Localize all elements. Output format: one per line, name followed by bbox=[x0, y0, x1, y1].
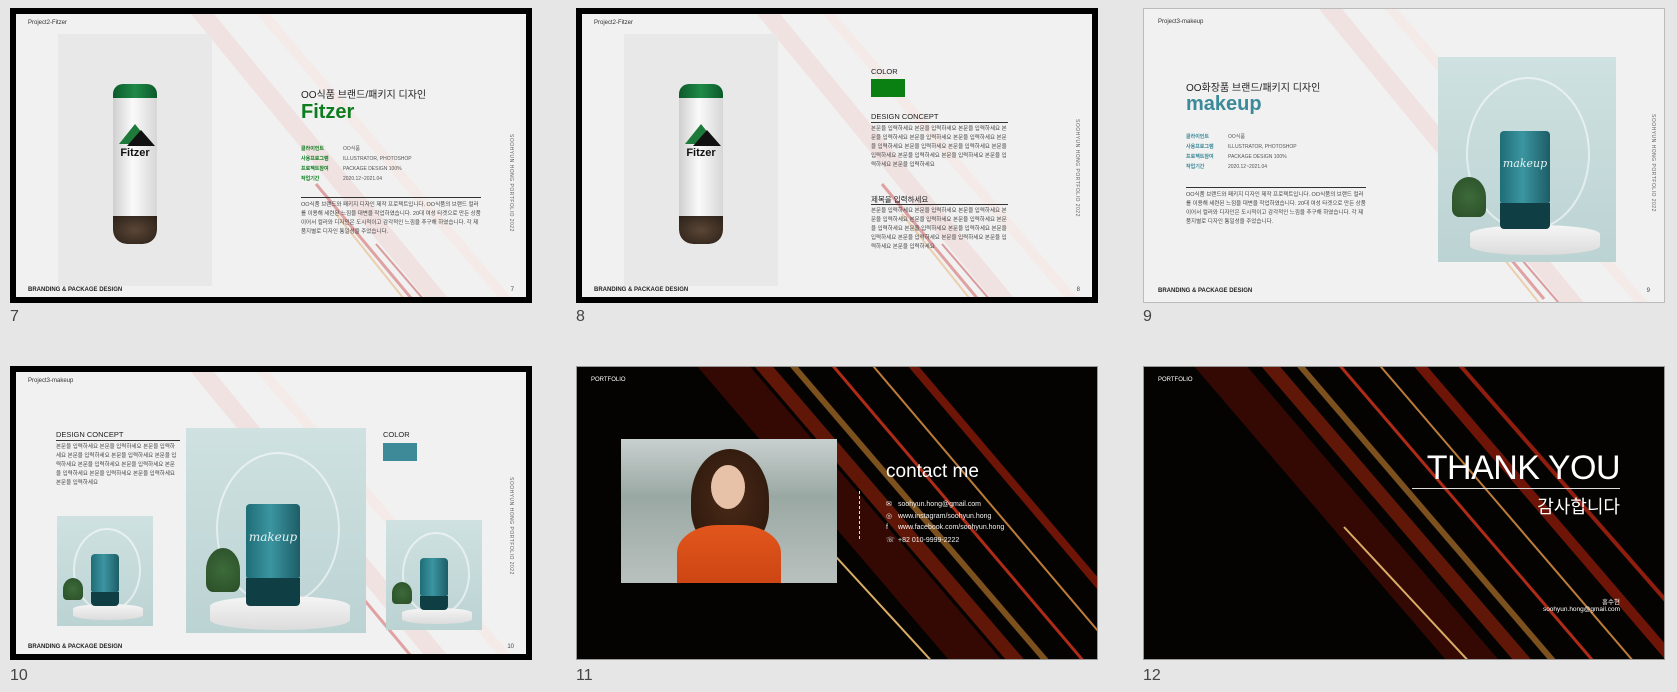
makeup-product-photo-small-left bbox=[57, 516, 153, 626]
contact-email[interactable]: ✉ soohyun.hong@gmail.com bbox=[886, 500, 981, 508]
section-text: 본문을 입력하세요 본문을 입력하세요 본문을 입력하세요 본문을 입력하세요 … bbox=[871, 208, 1007, 250]
footer-page-number: 10 bbox=[507, 644, 514, 650]
info-row-tools: 사용프로그램 ILLUSTRATOR, PHOTOSHOP bbox=[1186, 144, 1297, 150]
slide-number-label: 12 bbox=[1143, 667, 1161, 684]
slide-number-label: 9 bbox=[1143, 308, 1152, 325]
color-heading: COLOR bbox=[871, 67, 898, 76]
project-title: makeup bbox=[1186, 93, 1262, 115]
divider bbox=[1412, 488, 1620, 489]
portfolio-tag: PORTFOLIO bbox=[1158, 377, 1193, 383]
info-row-period: 작업기간 2020.12~2021.04 bbox=[301, 176, 383, 182]
slide-number-label: 7 bbox=[10, 308, 19, 325]
divider bbox=[301, 197, 481, 198]
email-icon: ✉ bbox=[886, 501, 892, 508]
can-brand-label: Fitzer bbox=[686, 147, 716, 159]
fitzer-can-image: Fitzer bbox=[113, 84, 157, 244]
slide-number-label: 10 bbox=[10, 667, 28, 684]
instagram-icon: ◎ bbox=[886, 513, 893, 520]
project-kr-title: OO화장품 브랜드/패키지 디자인 bbox=[1186, 83, 1321, 94]
slide-9[interactable]: Project3-makeup OO화장품 브랜드/패키지 디자인 makeup… bbox=[1143, 8, 1665, 303]
facebook-icon: f bbox=[886, 524, 888, 531]
project-kr-title: OO식품 브랜드/패키지 디자인 bbox=[301, 90, 427, 101]
color-swatch-teal bbox=[383, 443, 417, 461]
slide-10[interactable]: Project3-makeup DESIGN CONCEPT 본문을 입력하세요… bbox=[10, 366, 532, 660]
vertical-portfolio-label: SOOHYUN HONG PORTFOLIO 2022 bbox=[1650, 114, 1656, 212]
vertical-portfolio-label: SOOHYUN HONG PORTFOLIO 2022 bbox=[508, 477, 514, 575]
info-row-tools: 사용프로그램 ILLUSTRATOR, PHOTOSHOP bbox=[301, 156, 412, 162]
makeup-product-photo: makeup bbox=[1438, 57, 1616, 262]
footer-category: BRANDING & PACKAGE DESIGN bbox=[1158, 288, 1253, 294]
contact-instagram[interactable]: ◎ www.instagram/soohyun.hong bbox=[886, 512, 991, 520]
dashed-divider bbox=[859, 491, 860, 539]
makeup-product-photo-small-right bbox=[386, 520, 482, 630]
product-script-label: makeup bbox=[1502, 157, 1548, 170]
divider bbox=[1186, 187, 1366, 188]
project-tag: Project3-makeup bbox=[1158, 19, 1204, 25]
divider bbox=[871, 122, 1008, 123]
thank-you-heading: THANK YOU bbox=[1426, 449, 1621, 487]
thank-you-subheading: 감사합니다 bbox=[1537, 497, 1620, 517]
portfolio-tag: PORTFOLIO bbox=[591, 377, 626, 383]
presenter-name: 홍수현 bbox=[1602, 599, 1620, 606]
contact-heading: contact me bbox=[886, 461, 979, 482]
footer-page-number: 9 bbox=[1646, 288, 1650, 294]
color-swatch-green bbox=[871, 79, 905, 97]
slide-number-label: 11 bbox=[576, 667, 593, 684]
slide-11[interactable]: PORTFOLIO contact me ✉ soohyun.hong@gmail… bbox=[576, 366, 1098, 660]
presenter-email: soohyun.hong@gmail.com bbox=[1542, 606, 1620, 613]
info-row-client: 클라이언트 OO식품 bbox=[1186, 134, 1245, 140]
info-row-client: 클라이언트 OO식품 bbox=[301, 146, 360, 152]
info-row-participation: 프로젝트참여 PACKAGE DESIGN 100% bbox=[301, 166, 402, 172]
product-script-label: makeup bbox=[248, 530, 298, 544]
project-info-list: 클라이언트 OO식품 사용프로그램 ILLUSTRATOR, PHOTOSHOP 프… bbox=[301, 144, 412, 184]
design-concept-heading: DESIGN CONCEPT bbox=[871, 112, 939, 121]
can-brand-label: Fitzer bbox=[120, 147, 150, 159]
color-heading: COLOR bbox=[383, 430, 410, 439]
design-concept-heading: DESIGN CONCEPT bbox=[56, 430, 124, 439]
footer-category: BRANDING & PACKAGE DESIGN bbox=[594, 287, 689, 293]
footer-category: BRANDING & PACKAGE DESIGN bbox=[28, 644, 123, 650]
project-tag: Project2-Fitzer bbox=[28, 20, 68, 26]
slide-7[interactable]: Project2-Fitzer Fitzer OO식품 브랜드/패키지 디자인 … bbox=[10, 8, 532, 303]
footer-page-number: 8 bbox=[1076, 287, 1080, 293]
slide-number-label: 8 bbox=[576, 308, 585, 325]
project-tag: Project2-Fitzer bbox=[594, 20, 634, 26]
footer-category: BRANDING & PACKAGE DESIGN bbox=[28, 287, 123, 293]
contact-phone[interactable]: ☏ +82 010-9999-2222 bbox=[886, 536, 959, 544]
info-row-period: 작업기간 2020.12~2021.04 bbox=[1186, 164, 1268, 170]
project-description: OO식품 브랜드와 패키지 디자인 제작 프로젝트입니다. OO식품의 브랜드 … bbox=[301, 202, 481, 235]
fitzer-can-image: Fitzer bbox=[679, 84, 723, 244]
vertical-portfolio-label: SOOHYUN HONG PORTFOLIO 2022 bbox=[1074, 119, 1080, 217]
design-concept-text: 본문을 입력하세요 본문을 입력하세요 본문을 입력하세요 본문을 입력하세요 … bbox=[871, 126, 1007, 168]
makeup-product-photo-large: makeup bbox=[186, 428, 366, 633]
contact-facebook[interactable]: f www.facebook.com/soohyun.hong bbox=[886, 524, 1004, 531]
info-row-participation: 프로젝트참여 PACKAGE DESIGN 100% bbox=[1186, 154, 1287, 160]
divider bbox=[56, 440, 180, 441]
project-info-list: 클라이언트 OO식품 사용프로그램 ILLUSTRATOR, PHOTOSHOP 프… bbox=[1186, 132, 1297, 172]
phone-icon: ☏ bbox=[886, 537, 895, 544]
footer-page-number: 7 bbox=[510, 287, 514, 293]
vertical-portfolio-label: SOOHYUN HONG PORTFOLIO 2022 bbox=[508, 134, 514, 232]
profile-photo bbox=[621, 439, 837, 583]
divider bbox=[871, 204, 1008, 205]
project-tag: Project3-makeup bbox=[28, 378, 74, 384]
design-concept-text: 본문을 입력하세요 본문을 입력하세요 본문을 입력하세요 본문을 입력하세요 … bbox=[56, 444, 177, 486]
project-title: Fitzer bbox=[301, 101, 355, 123]
slide-8[interactable]: Project2-Fitzer Fitzer COLOR DESIGN CONC… bbox=[576, 8, 1098, 303]
slide-12[interactable]: PORTFOLIO THANK YOU 감사합니다 홍수현 soohyun.ho… bbox=[1143, 366, 1665, 660]
project-description: OO식품 브랜드와 패키지 디자인 제작 프로젝트입니다. OO식품의 브랜드 … bbox=[1186, 192, 1366, 225]
